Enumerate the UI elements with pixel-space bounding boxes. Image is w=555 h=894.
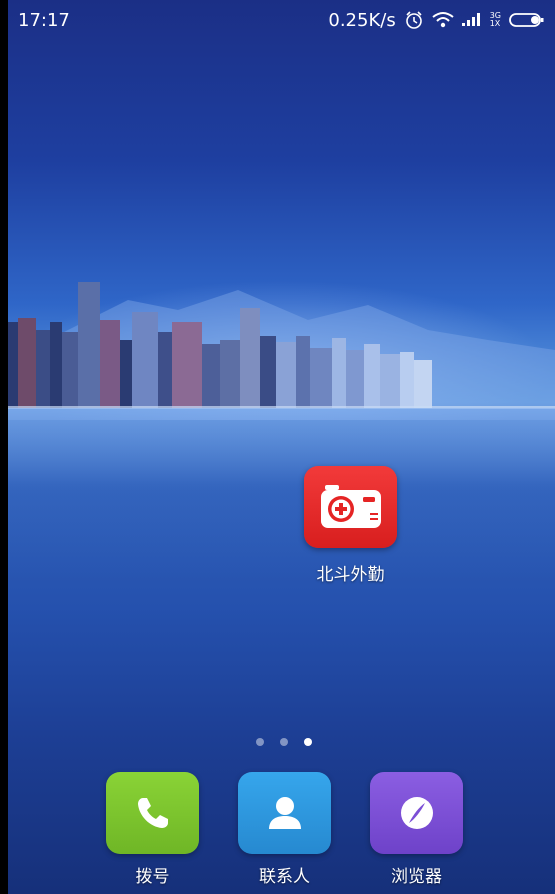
home-screen: 17:17 0.25K/s 3G 1X 北斗外勤 拨号 联系人 浏览器: [8, 0, 555, 894]
page-indicator: [256, 738, 312, 746]
phone-icon: [106, 772, 199, 854]
wifi-icon: [432, 11, 454, 29]
dock-label: 浏览器: [391, 867, 442, 887]
app-beidou-waiqin[interactable]: 北斗外勤: [304, 466, 397, 585]
dock-item-dialer[interactable]: 拨号: [106, 772, 199, 887]
network-type: 3G 1X: [490, 12, 501, 28]
browser-icon: [370, 772, 463, 854]
network-type-1x: 1X: [489, 19, 501, 28]
dock-label: 拨号: [135, 867, 170, 887]
battery-icon: [509, 11, 545, 29]
signal-icon: [461, 12, 482, 28]
contacts-icon: [238, 772, 331, 854]
status-time: 17:17: [18, 9, 70, 31]
dock: 拨号 联系人 浏览器: [8, 772, 555, 894]
alarm-icon: [404, 10, 424, 30]
camera-plus-icon: [304, 466, 397, 548]
app-label: 北斗外勤: [316, 565, 385, 585]
dock-label: 联系人: [259, 867, 310, 887]
status-indicators: 0.25K/s 3G 1X: [328, 10, 545, 31]
dock-item-contacts[interactable]: 联系人: [238, 772, 331, 887]
wallpaper-city-skyline: [8, 282, 555, 420]
wallpaper-water-reflection: [8, 408, 555, 578]
page-dot-1[interactable]: [256, 738, 264, 746]
status-bar: 17:17 0.25K/s 3G 1X: [8, 0, 555, 40]
dock-item-browser[interactable]: 浏览器: [370, 772, 463, 887]
network-speed: 0.25K/s: [328, 9, 396, 31]
page-dot-2[interactable]: [280, 738, 288, 746]
page-dot-3-active[interactable]: [304, 738, 312, 746]
